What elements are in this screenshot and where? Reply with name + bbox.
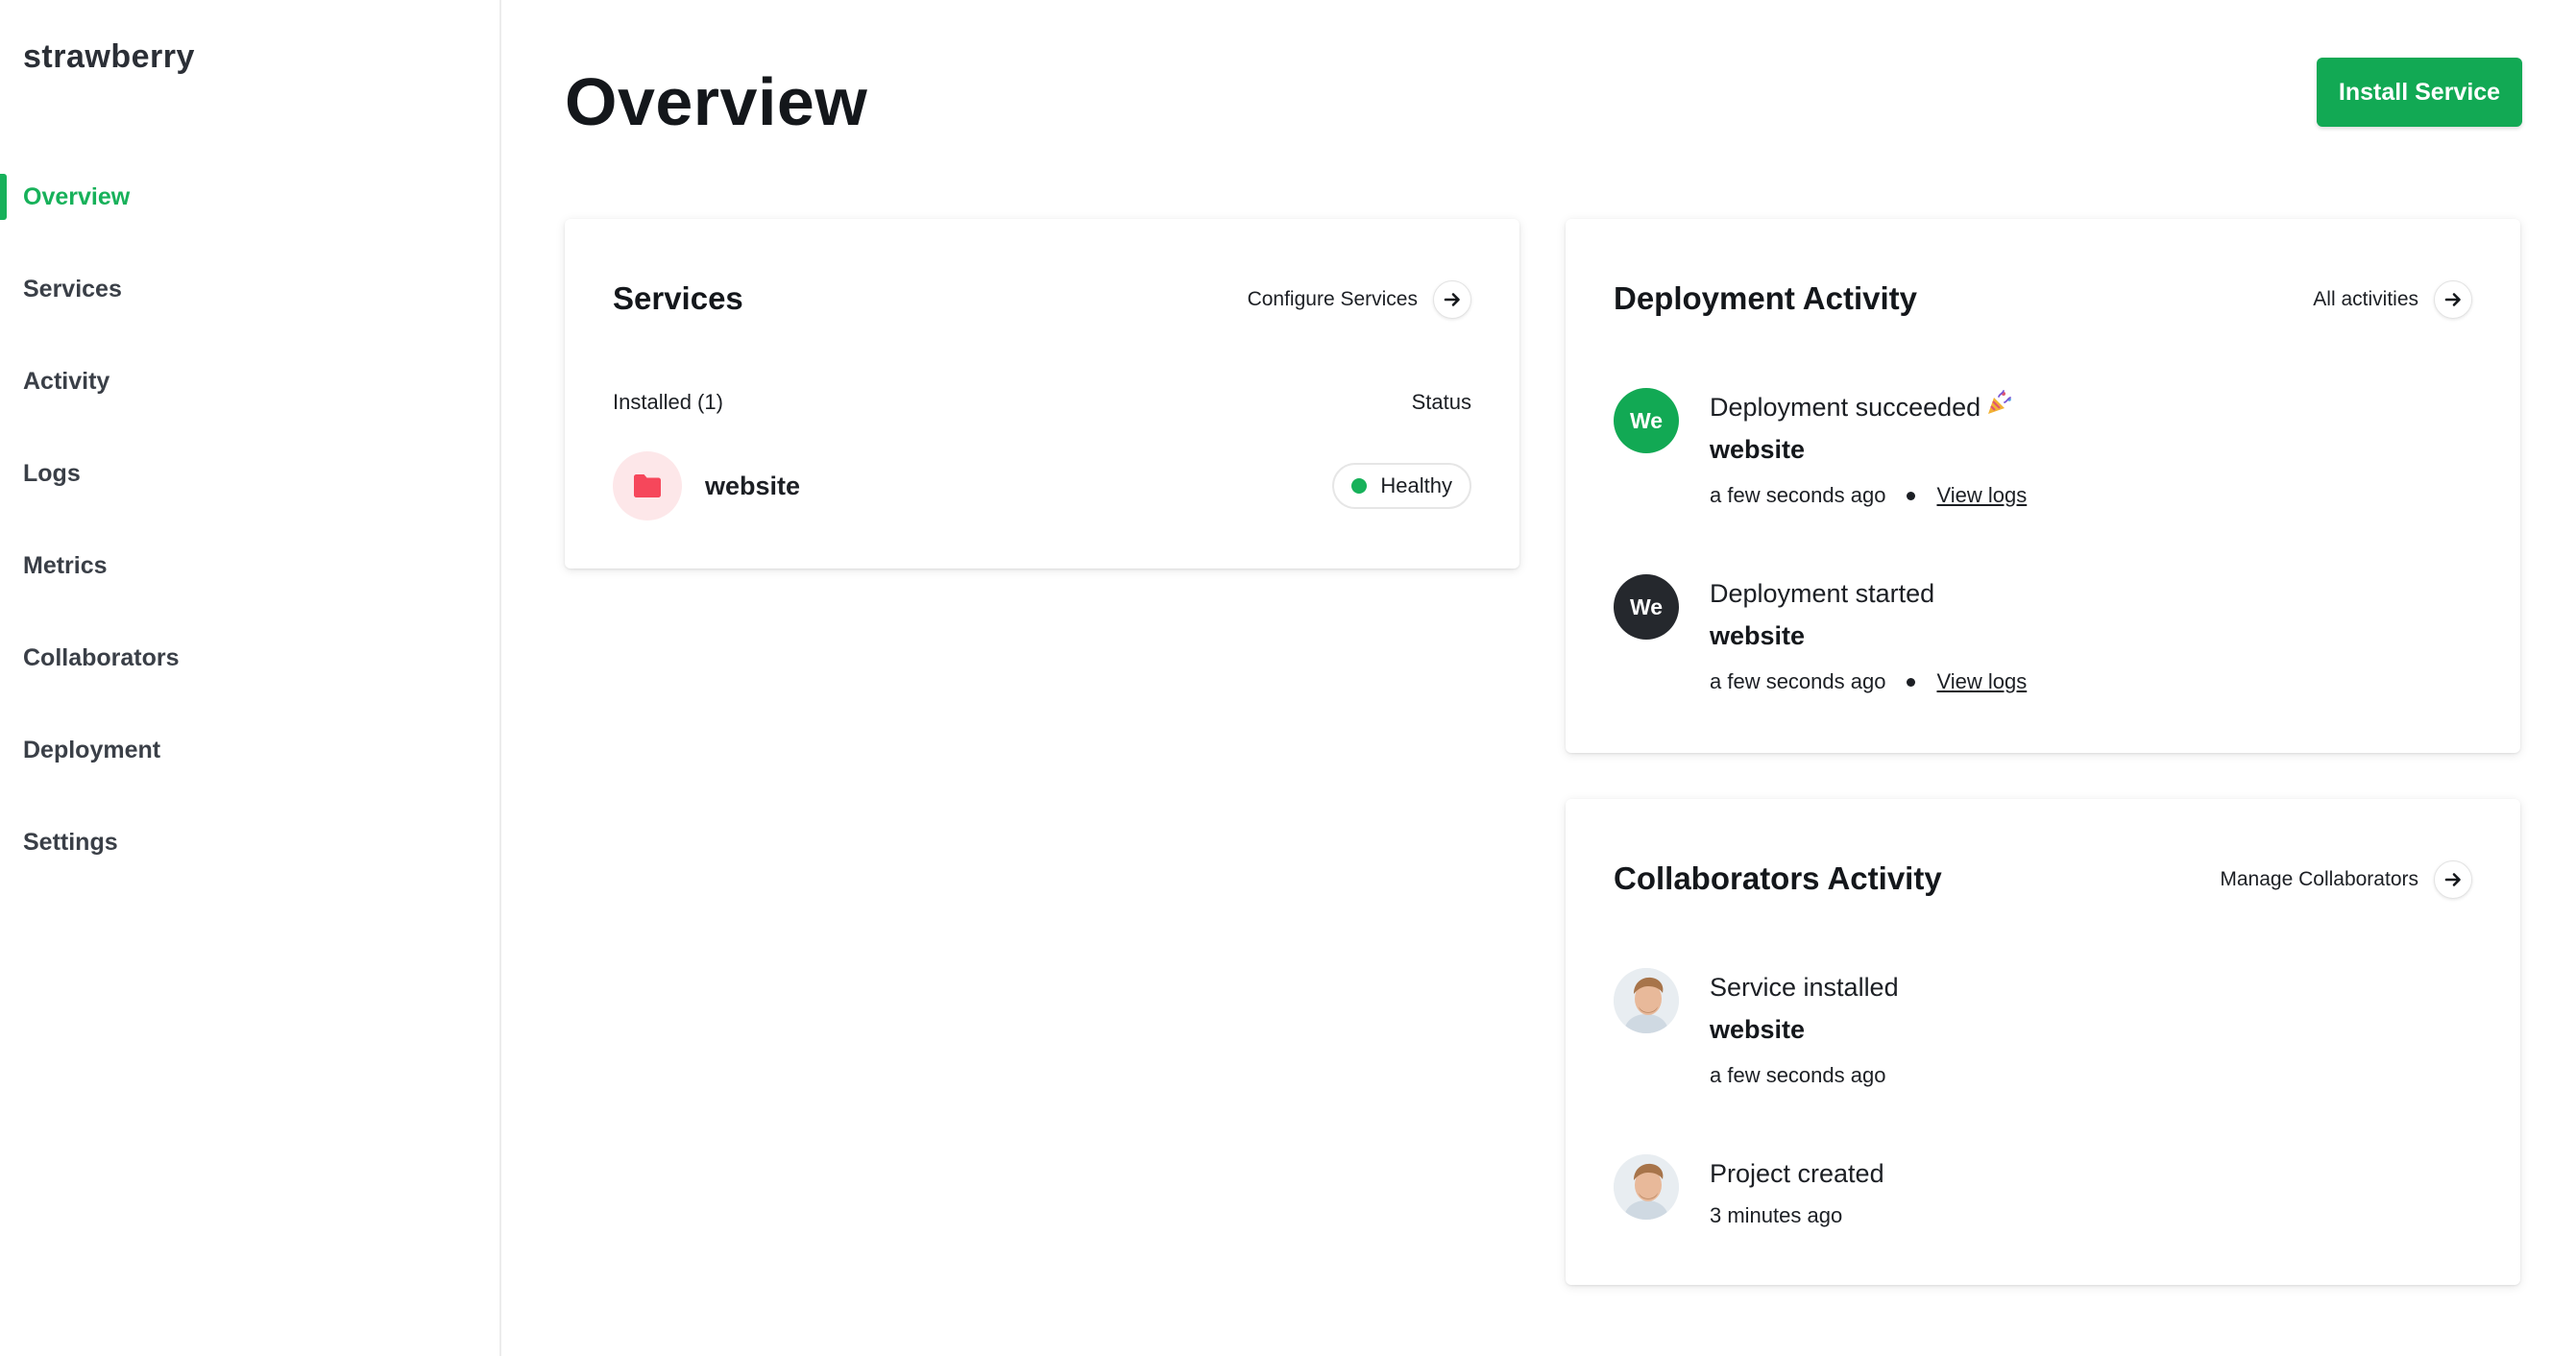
sidebar-item-activity[interactable]: Activity (0, 335, 499, 427)
sidebar-item-metrics[interactable]: Metrics (0, 520, 499, 612)
avatar: We (1614, 388, 1679, 453)
deployment-card-title: Deployment Activity (1614, 280, 1918, 316)
status-column-label: Status (1411, 390, 1471, 414)
activity-meta: a few seconds ago View logs (1710, 472, 2027, 519)
service-info: website (613, 451, 800, 521)
activity-title: Deployment succeeded (1710, 388, 2027, 426)
user-photo-icon (1614, 968, 1679, 1033)
collaborators-card-title: Collaborators Activity (1614, 860, 1942, 896)
activity-meta: 3 minutes ago (1710, 1193, 1884, 1239)
activity-target: website (1710, 1015, 1806, 1044)
sidebar-item-deployment[interactable]: Deployment (0, 704, 499, 796)
activity-entry: We Deployment succeeded website a few se… (1614, 388, 2472, 522)
activity-time: a few seconds ago (1710, 1063, 1886, 1087)
deployment-activity-card: Deployment Activity All activities We De… (1566, 219, 2520, 753)
activity-title-text: Deployment succeeded (1710, 393, 1981, 422)
collaborators-activity-card: Collaborators Activity Manage Collaborat… (1566, 799, 2520, 1285)
app-root: strawberry Overview Services Activity Lo… (0, 0, 2576, 1356)
brand-logo[interactable]: strawberry (23, 38, 195, 76)
sidebar-item-settings[interactable]: Settings (0, 796, 499, 888)
activity-text: Deployment succeeded website a few secon… (1710, 388, 2027, 519)
activity-title: Deployment started (1710, 579, 1935, 608)
activity-text: Project created 3 minutes ago (1710, 1154, 1884, 1239)
status-dot-icon (1351, 478, 1368, 494)
activity-meta: a few seconds ago (1710, 1053, 1899, 1099)
service-row[interactable]: website Healthy (613, 451, 1471, 521)
all-activities-link[interactable]: All activities (2313, 280, 2472, 319)
configure-services-label: Configure Services (1247, 288, 1418, 310)
activity-time: 3 minutes ago (1710, 1203, 1843, 1227)
party-popper-icon (1984, 388, 2013, 427)
activity-time: a few seconds ago (1710, 669, 1886, 693)
sidebar-item-overview[interactable]: Overview (0, 151, 499, 243)
folder-icon (613, 451, 682, 521)
activity-text: Service installed website a few seconds … (1710, 968, 1899, 1099)
arrow-right-icon[interactable] (1433, 280, 1471, 319)
service-name[interactable]: website (705, 472, 800, 501)
avatar (1614, 1154, 1679, 1220)
activity-time: a few seconds ago (1710, 483, 1886, 507)
manage-collaborators-link[interactable]: Manage Collaborators (2220, 860, 2472, 899)
activity-title: Service installed (1710, 973, 1899, 1002)
user-photo-icon (1614, 1154, 1679, 1220)
services-card: Services Configure Services Installed (1… (565, 219, 1519, 569)
activity-entry: We Deployment started website a few seco… (1614, 574, 2472, 709)
sidebar-nav: Overview Services Activity Logs Metrics … (0, 151, 499, 888)
sidebar-item-collaborators[interactable]: Collaborators (0, 612, 499, 704)
services-table-header: Installed (1) Status (613, 390, 1471, 415)
install-service-button[interactable]: Install Service (2317, 58, 2522, 127)
avatar: We (1614, 574, 1679, 640)
arrow-right-icon[interactable] (2434, 280, 2472, 319)
separator-dot-icon (1907, 677, 1916, 687)
activity-target: website (1710, 435, 1806, 464)
configure-services-link[interactable]: Configure Services (1248, 280, 1471, 319)
status-badge: Healthy (1332, 463, 1471, 509)
all-activities-label: All activities (2313, 288, 2418, 310)
view-logs-link[interactable]: View logs (1936, 659, 2027, 705)
activity-target: website (1710, 621, 1806, 650)
activity-meta: a few seconds ago View logs (1710, 659, 2027, 705)
manage-collaborators-label: Manage Collaborators (2220, 868, 2418, 890)
activity-title: Project created (1710, 1159, 1884, 1188)
arrow-right-icon[interactable] (2434, 860, 2472, 899)
activity-text: Deployment started website a few seconds… (1710, 574, 2027, 705)
activity-entry: Service installed website a few seconds … (1614, 968, 2472, 1102)
installed-count-label: Installed (1) (613, 390, 723, 414)
sidebar: strawberry Overview Services Activity Lo… (0, 0, 501, 1356)
view-logs-link[interactable]: View logs (1936, 472, 2027, 519)
separator-dot-icon (1907, 491, 1916, 500)
activity-entry: Project created 3 minutes ago (1614, 1154, 2472, 1250)
avatar (1614, 968, 1679, 1033)
sidebar-item-logs[interactable]: Logs (0, 427, 499, 520)
status-text: Healthy (1380, 473, 1452, 497)
page-title: Overview (565, 64, 868, 139)
services-card-title: Services (613, 280, 743, 316)
sidebar-item-services[interactable]: Services (0, 243, 499, 335)
